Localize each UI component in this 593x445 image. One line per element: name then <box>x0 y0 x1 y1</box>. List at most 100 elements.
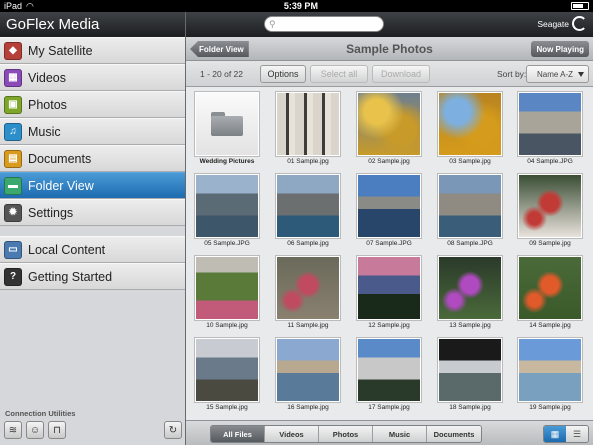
sidebar-item-videos[interactable]: ▦ Videos <box>0 64 185 91</box>
filter-tabs: All Files Videos Photos Music Documents <box>210 425 482 443</box>
item-name: 14 Sample.jpg <box>529 322 571 329</box>
item-count: 1 - 20 of 22 <box>200 68 244 79</box>
photo-item[interactable]: 16 Sample.jpg <box>276 338 340 411</box>
photo-item[interactable]: 13 Sample.jpg <box>438 256 502 329</box>
photo-item[interactable]: 06 Sample.jpg <box>276 174 340 247</box>
sidebar-item-label: Music <box>28 124 61 139</box>
photo-thumbnail <box>438 256 502 320</box>
photo-thumbnail <box>276 256 340 320</box>
photo-item[interactable]: 07 Sample.JPG <box>357 174 421 247</box>
user-icon: ☺ <box>29 424 41 436</box>
photo-thumbnail <box>357 256 421 320</box>
folder-item[interactable]: Wedding Pictures <box>195 92 259 165</box>
item-name: 10 Sample.jpg <box>206 322 248 329</box>
photo-thumbnail <box>195 174 259 238</box>
sidebar-item-music[interactable]: ♫ Music <box>0 118 185 145</box>
sidebar-item-my-satellite[interactable]: ◆ My Satellite <box>0 37 185 64</box>
page-title: Sample Photos <box>346 41 433 56</box>
tab-music[interactable]: Music <box>373 426 427 442</box>
photo-thumbnail <box>438 92 502 156</box>
view-toggle: ▦ ☰ <box>543 425 589 443</box>
dropdown-arrow-icon <box>578 72 584 77</box>
grid-view-button[interactable]: ▦ <box>544 426 566 442</box>
device-name: iPad <box>4 1 23 11</box>
item-name: 08 Sample.JPG <box>447 240 493 247</box>
brand-label: Seagate <box>537 18 569 29</box>
photo-thumbnail <box>438 174 502 238</box>
list-view-button[interactable]: ☰ <box>566 426 588 442</box>
photo-item[interactable]: 18 Sample.jpg <box>438 338 502 411</box>
download-button[interactable]: Download <box>372 65 430 83</box>
refresh-button[interactable]: ↻ <box>164 421 182 439</box>
sidebar-item-local-content[interactable]: ▭ Local Content <box>0 236 185 263</box>
photos-icon: ▣ <box>4 95 22 114</box>
photo-item[interactable]: 09 Sample.jpg <box>518 174 582 247</box>
file-grid: Wedding Pictures 01 Sample.jpg 02 Sample.j… <box>186 87 593 420</box>
photo-thumbnail <box>276 174 340 238</box>
getting-started-icon: ? <box>4 267 22 286</box>
lock-button[interactable]: ⊓ <box>48 421 66 439</box>
user-button[interactable]: ☺ <box>26 421 44 439</box>
item-name: 15 Sample.jpg <box>206 404 248 411</box>
title-bar: Folder View Sample Photos Now Playing <box>186 37 593 61</box>
folder-thumbnail <box>195 92 259 156</box>
photo-thumbnail <box>276 92 340 156</box>
photo-thumbnail <box>518 174 582 238</box>
select-all-button[interactable]: Select all <box>310 65 368 83</box>
photo-thumbnail <box>518 92 582 156</box>
seagate-swirl-icon <box>572 16 587 31</box>
tab-videos[interactable]: Videos <box>265 426 319 442</box>
item-name: 07 Sample.JPG <box>366 240 412 247</box>
battery-icon <box>570 2 589 10</box>
folder-icon <box>211 112 243 136</box>
search-icon: ⚲ <box>269 18 276 29</box>
photo-item[interactable]: 11 Sample.jpg <box>276 256 340 329</box>
photo-item[interactable]: 12 Sample.jpg <box>357 256 421 329</box>
folder-view-icon: ▬ <box>4 176 22 195</box>
sidebar-item-photos[interactable]: ▣ Photos <box>0 91 185 118</box>
item-name: 19 Sample.jpg <box>529 404 571 411</box>
tab-photos[interactable]: Photos <box>319 426 373 442</box>
photo-item[interactable]: 04 Sample.JPG <box>518 92 582 165</box>
connection-utilities-label: Connection Utilities <box>5 408 76 418</box>
item-name: 16 Sample.jpg <box>287 404 329 411</box>
sidebar-item-documents[interactable]: ▤ Documents <box>0 145 185 172</box>
sort-select[interactable]: Name A-Z <box>526 65 589 83</box>
photo-item[interactable]: 03 Sample.jpg <box>438 92 502 165</box>
sidebar-item-getting-started[interactable]: ? Getting Started <box>0 263 185 290</box>
photo-item[interactable]: 17 Sample.jpg <box>357 338 421 411</box>
photo-thumbnail <box>195 338 259 402</box>
tab-documents[interactable]: Documents <box>427 426 481 442</box>
photo-item[interactable]: 19 Sample.jpg <box>518 338 582 411</box>
photo-thumbnail <box>518 256 582 320</box>
photo-item[interactable]: 08 Sample.JPG <box>438 174 502 247</box>
sort-value: Name A-Z <box>537 69 574 79</box>
item-name: 03 Sample.jpg <box>449 158 491 165</box>
wifi-icon: ≋ <box>8 424 18 436</box>
sidebar-item-settings[interactable]: ✹ Settings <box>0 199 185 226</box>
sidebar-item-folder-view[interactable]: ▬ Folder View <box>0 172 185 199</box>
photo-item[interactable]: 01 Sample.jpg <box>276 92 340 165</box>
local-content-icon: ▭ <box>4 240 22 259</box>
item-name: 02 Sample.jpg <box>368 158 410 165</box>
item-name: 06 Sample.jpg <box>287 240 329 247</box>
tab-all-files[interactable]: All Files <box>211 426 265 442</box>
now-playing-button[interactable]: Now Playing <box>531 41 589 57</box>
photo-item[interactable]: 15 Sample.jpg <box>195 338 259 411</box>
options-button[interactable]: Options <box>260 65 306 83</box>
photo-item[interactable]: 05 Sample.JPG <box>195 174 259 247</box>
photo-item[interactable]: 10 Sample.jpg <box>195 256 259 329</box>
item-name: 05 Sample.JPG <box>204 240 250 247</box>
photo-item[interactable]: 02 Sample.jpg <box>357 92 421 165</box>
status-bar: iPad ◠ 5:39 PM <box>0 0 593 12</box>
list-view-icon: ☰ <box>572 428 582 439</box>
wifi-button[interactable]: ≋ <box>4 421 22 439</box>
item-name: 01 Sample.jpg <box>287 158 329 165</box>
sidebar: GoFlex Media ◆ My Satellite ▦ Videos ▣ Photos… <box>0 12 186 445</box>
back-button[interactable]: Folder View <box>190 41 249 57</box>
photo-thumbnail <box>357 174 421 238</box>
photo-thumbnail <box>276 338 340 402</box>
search-input[interactable]: ⚲ <box>264 16 384 32</box>
photo-item[interactable]: 14 Sample.jpg <box>518 256 582 329</box>
filter-tab-bar: All Files Videos Photos Music Documents ▦ ☰ <box>186 420 593 445</box>
